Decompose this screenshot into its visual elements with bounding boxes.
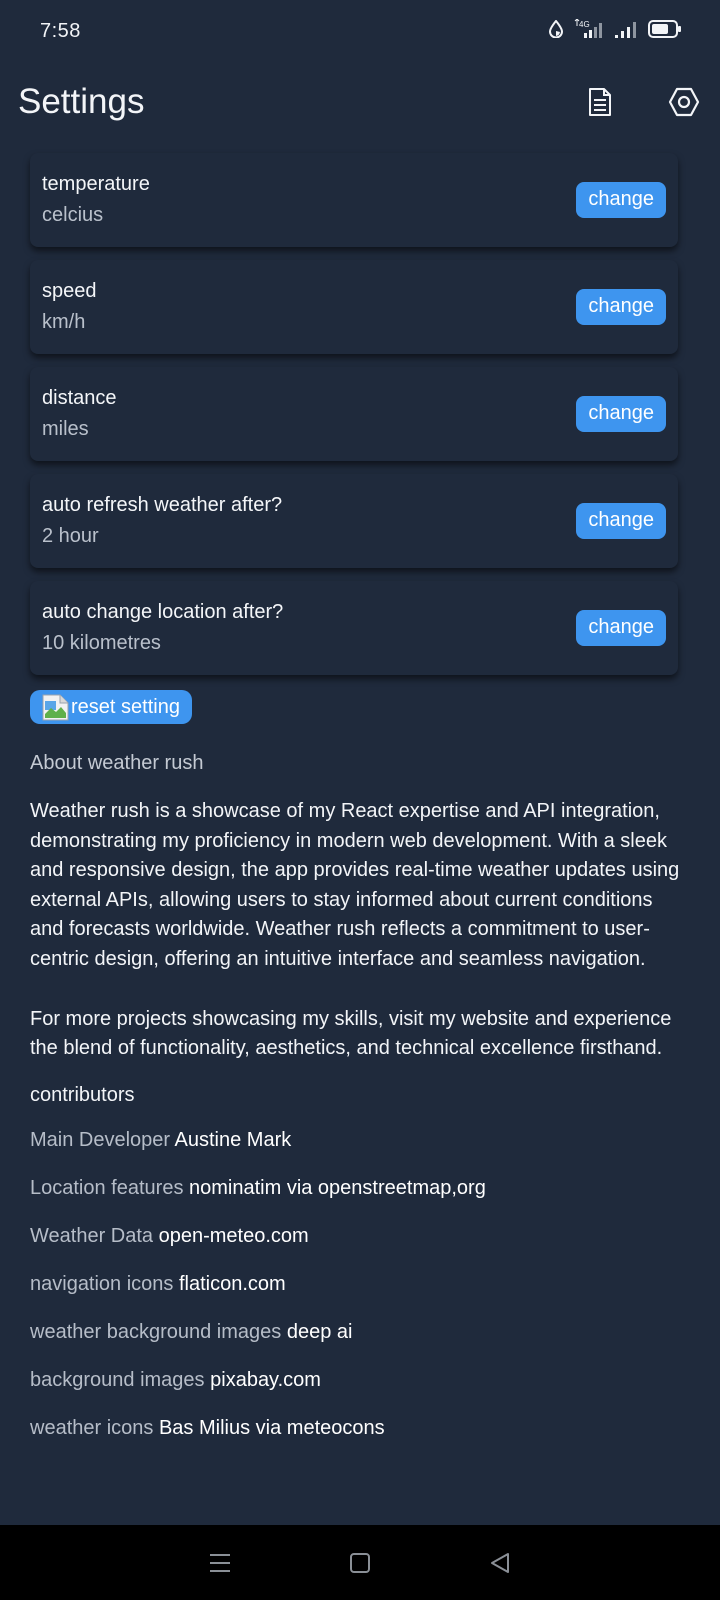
menu-icon[interactable] <box>200 1543 240 1583</box>
setting-label: speed <box>42 280 97 302</box>
setting-card-auto-refresh: auto refresh weather after? 2 hour chang… <box>30 474 678 568</box>
about-title: About weather rush <box>30 752 204 774</box>
change-speed-button[interactable]: change <box>576 289 666 325</box>
credit-row: background images pixabay.com <box>30 1369 690 1392</box>
setting-value: km/h <box>42 311 86 333</box>
document-icon[interactable] <box>582 84 618 120</box>
setting-text: speed km/h <box>42 280 97 334</box>
setting-label: auto change location after? <box>42 601 284 623</box>
status-time: 7:58 <box>40 19 81 42</box>
system-nav-bar <box>0 1525 720 1600</box>
credit-row: Main Developer Austine Mark <box>30 1129 690 1152</box>
credit-role: navigation icons <box>30 1272 174 1295</box>
4g-signal-icon: 4G <box>574 17 604 44</box>
credit-row: weather icons Bas Milius via meteocons <box>30 1417 690 1440</box>
app-header: Settings <box>0 62 720 142</box>
reset-setting-label: reset setting <box>71 695 180 718</box>
credit-role: Weather Data <box>30 1224 154 1247</box>
setting-value: miles <box>42 418 89 440</box>
setting-text: auto refresh weather after? 2 hour <box>42 494 282 548</box>
status-icons: 4G <box>548 17 682 44</box>
credit-row: Weather Data open-meteo.com <box>30 1225 690 1248</box>
home-square-icon[interactable] <box>340 1543 380 1583</box>
back-triangle-icon[interactable] <box>480 1543 520 1583</box>
setting-value: 10 kilometres <box>42 632 161 654</box>
setting-text: temperature celcius <box>42 173 150 227</box>
settings-list: temperature celcius change speed km/h ch… <box>30 153 678 688</box>
credit-role: background images <box>30 1368 205 1391</box>
credit-name: nominatim via openstreetmap,org <box>189 1176 486 1199</box>
credit-name: open-meteo.com <box>158 1224 309 1247</box>
credit-name: deep ai <box>286 1320 353 1343</box>
setting-card-auto-location: auto change location after? 10 kilometre… <box>30 581 678 675</box>
setting-card-speed: speed km/h change <box>30 260 678 354</box>
credit-role: weather background images <box>30 1320 282 1343</box>
status-bar: 7:58 4G <box>0 0 720 62</box>
credit-name: pixabay.com <box>210 1368 321 1391</box>
credit-role: Main Developer <box>30 1128 171 1151</box>
about-section: About weather rush Weather rush is a sho… <box>30 752 690 1465</box>
credit-row: weather background images deep ai <box>30 1321 690 1344</box>
change-auto-refresh-button[interactable]: change <box>576 503 666 539</box>
change-distance-button[interactable]: change <box>576 396 666 432</box>
credit-name: flaticon.com <box>179 1272 286 1295</box>
credit-name: Bas Milius via meteocons <box>158 1416 385 1439</box>
credit-row: navigation icons flaticon.com <box>30 1273 690 1296</box>
header-actions <box>582 84 702 120</box>
credit-name: Austine Mark <box>174 1128 292 1151</box>
credit-row: Location features nominatim via openstre… <box>30 1177 690 1200</box>
setting-text: auto change location after? 10 kilometre… <box>42 601 283 655</box>
network-type-label: 4G <box>579 20 590 29</box>
credit-role: Location features <box>30 1176 184 1199</box>
battery-icon <box>648 19 682 44</box>
about-paragraph: Weather rush is a showcase of my React e… <box>30 800 680 970</box>
signal-icon <box>614 19 638 44</box>
setting-label: temperature <box>42 173 150 195</box>
setting-label: distance <box>42 387 117 409</box>
setting-value: celcius <box>42 204 104 226</box>
change-auto-location-button[interactable]: change <box>576 610 666 646</box>
setting-value: 2 hour <box>42 525 99 547</box>
broken-image-icon <box>42 694 69 721</box>
setting-text: distance miles <box>42 387 117 441</box>
change-temperature-button[interactable]: change <box>576 182 666 218</box>
credit-role: weather icons <box>30 1416 154 1439</box>
setting-card-temperature: temperature celcius change <box>30 153 678 247</box>
data-saver-icon <box>548 18 564 43</box>
page-title: Settings <box>18 82 145 121</box>
contributors-title: contributors <box>30 1083 135 1106</box>
about-paragraph: For more projects showcasing my skills, … <box>30 1007 672 1060</box>
settings-hexagon-icon[interactable] <box>666 84 702 120</box>
reset-setting-button[interactable]: reset setting <box>30 690 192 724</box>
setting-card-distance: distance miles change <box>30 367 678 461</box>
setting-label: auto refresh weather after? <box>42 494 283 516</box>
